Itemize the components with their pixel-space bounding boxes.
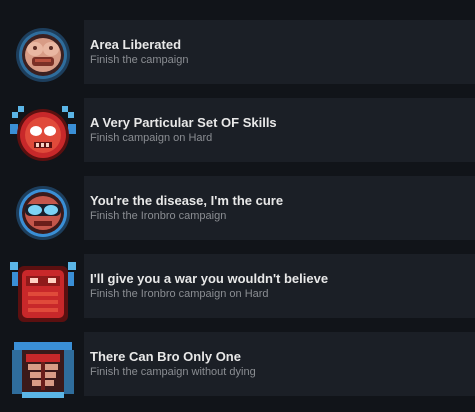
achievement-description: Finish the campaign without dying	[90, 366, 256, 378]
achievement-title: I'll give you a war you wouldn't believe	[90, 271, 329, 286]
achievement-description: Finish campaign on Hard	[90, 132, 213, 144]
achievement-panel: I'll give you a war you wouldn't believe…	[84, 254, 475, 318]
achievement-description: Finish the Ironbro campaign on Hard	[90, 288, 269, 300]
red-demon-icon	[8, 258, 78, 328]
achievement-item[interactable]: There Can Bro Only One Finish the campai…	[0, 332, 475, 410]
achievement-panel: Area Liberated Finish the campaign	[84, 20, 475, 84]
red-skull-icon	[8, 102, 78, 172]
achievement-description: Finish the Ironbro campaign	[90, 210, 227, 222]
achievement-item[interactable]: I'll give you a war you wouldn't believe…	[0, 254, 475, 332]
achievement-item[interactable]: Area Liberated Finish the campaign	[0, 20, 475, 98]
achievement-description: Finish the campaign	[90, 54, 189, 66]
achievement-item[interactable]: You're the disease, I'm the cure Finish …	[0, 176, 475, 254]
achievement-panel: You're the disease, I'm the cure Finish …	[84, 176, 475, 240]
achievement-title: There Can Bro Only One	[90, 349, 241, 364]
achievement-panel: There Can Bro Only One Finish the campai…	[84, 332, 475, 396]
goggles-face-icon	[8, 180, 78, 250]
achievement-item[interactable]: A Very Particular Set OF Skills Finish c…	[0, 98, 475, 176]
armored-torso-icon	[8, 336, 78, 406]
achievement-panel: A Very Particular Set OF Skills Finish c…	[84, 98, 475, 162]
achievement-title: You're the disease, I'm the cure	[90, 193, 284, 208]
achievement-title: A Very Particular Set OF Skills	[90, 115, 277, 130]
face-mask-icon	[8, 24, 78, 94]
achievement-list: Area Liberated Finish the campaign A Ver…	[0, 0, 475, 412]
achievement-title: Area Liberated	[90, 37, 182, 52]
